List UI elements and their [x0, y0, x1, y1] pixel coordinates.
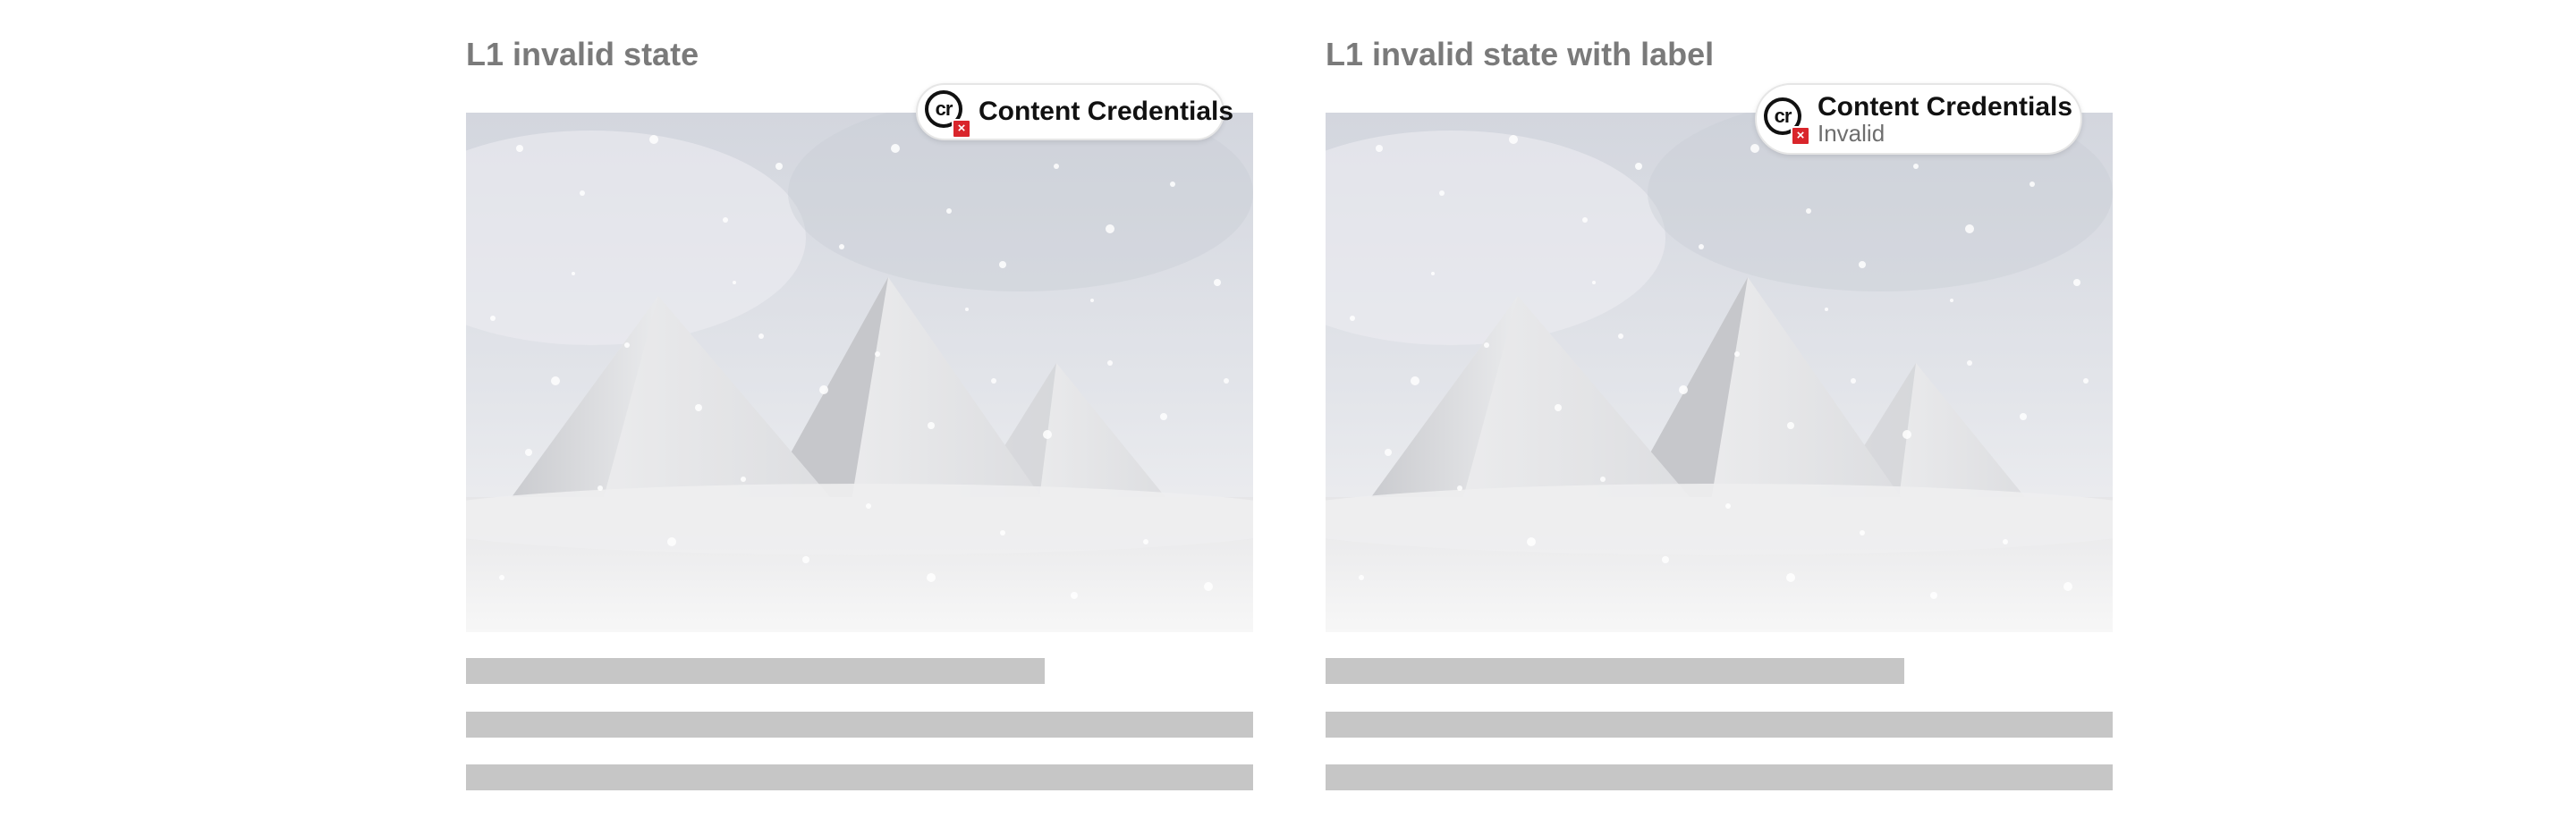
text-placeholder-line — [466, 764, 1253, 790]
text-placeholder-line — [1326, 712, 2113, 738]
pyramids-image — [1326, 113, 2113, 632]
text-placeholder-line — [1326, 658, 1904, 684]
content-credentials-badge[interactable]: cr × Content Credentials — [916, 83, 1233, 140]
cr-icon-group: cr × — [1764, 97, 1810, 146]
badge-label: Content Credentials — [1818, 92, 2073, 122]
content-credentials-badge[interactable]: cr × Content Credentials Invalid — [1755, 83, 2082, 155]
invalid-x-icon: × — [952, 119, 971, 139]
badge-label: Content Credentials — [979, 97, 1234, 126]
badge-status: Invalid — [1818, 120, 1885, 147]
card-title: L1 invalid state with label — [1326, 36, 1715, 72]
card-invalid-state: L1 invalid state cr × Content Credential… — [466, 0, 1253, 827]
card-title: L1 invalid state — [466, 36, 699, 72]
text-placeholder-line — [466, 658, 1045, 684]
text-placeholder-line — [466, 712, 1253, 738]
card-invalid-state-with-label: L1 invalid state with label cr × Content… — [1326, 0, 2113, 827]
pyramids-image — [466, 113, 1253, 632]
text-placeholder-line — [1326, 764, 2113, 790]
invalid-x-icon: × — [1791, 126, 1810, 146]
cr-icon-group: cr × — [925, 90, 971, 139]
